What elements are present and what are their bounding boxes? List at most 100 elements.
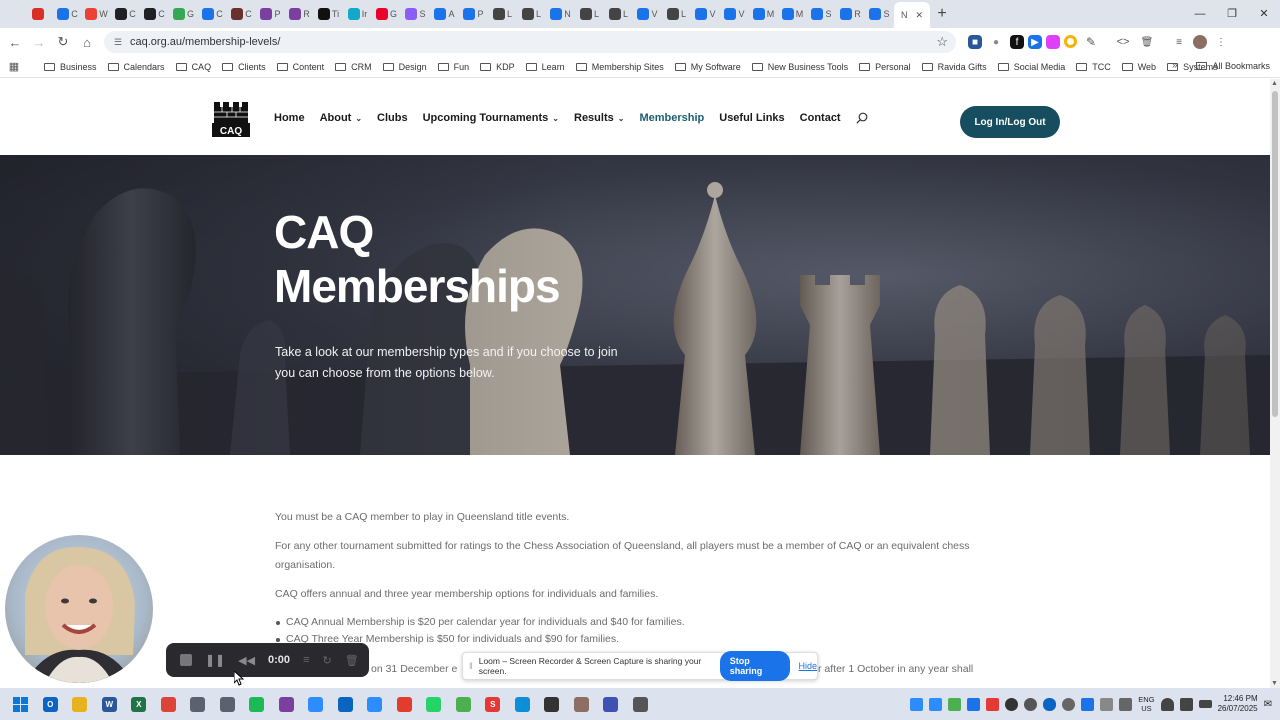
- reading-list-icon[interactable]: ≡: [1169, 32, 1189, 52]
- rewind-icon[interactable]: ◀◀: [238, 654, 255, 667]
- stop-recording-icon[interactable]: [180, 654, 192, 666]
- browser-tab[interactable]: Ti: [314, 3, 343, 25]
- trash-icon[interactable]: 🗑: [1137, 32, 1157, 52]
- browser-tab[interactable]: L: [488, 3, 517, 25]
- chevron-down-icon[interactable]: ⌄: [618, 114, 625, 123]
- taskbar-app-app-s-red[interactable]: S: [478, 688, 508, 720]
- close-tab-icon[interactable]: ✕: [915, 10, 923, 21]
- browser-tab[interactable]: R: [836, 3, 865, 25]
- notifications-icon[interactable]: ✉: [1264, 699, 1272, 710]
- menu-icon[interactable]: ⋮: [1211, 32, 1231, 52]
- taskbar-app-app-blue-circle[interactable]: [596, 688, 626, 720]
- browser-tab[interactable]: R: [285, 3, 314, 25]
- forward-icon[interactable]: →: [27, 35, 51, 50]
- browser-tab[interactable]: L: [662, 3, 691, 25]
- browser-tab[interactable]: S: [807, 3, 836, 25]
- browser-tab[interactable]: V: [633, 3, 662, 25]
- taskbar-app-word[interactable]: W: [95, 688, 125, 720]
- volume-icon[interactable]: [1179, 697, 1193, 711]
- taskbar-app-spotify[interactable]: [242, 688, 272, 720]
- nav-item-home[interactable]: Home: [274, 112, 305, 124]
- tray-app-icon[interactable]: [986, 697, 1000, 711]
- more-bookmarks-icon[interactable]: »: [1172, 60, 1178, 71]
- extension-icon[interactable]: f: [1010, 35, 1024, 49]
- nav-item-useful-links[interactable]: Useful Links: [719, 112, 784, 124]
- nav-item-about[interactable]: About ⌄: [320, 112, 362, 124]
- draw-icon[interactable]: ≡: [303, 654, 309, 666]
- extension-icon[interactable]: [1064, 35, 1077, 48]
- taskbar-app-edge[interactable]: [508, 688, 538, 720]
- camera-icon[interactable]: ●: [986, 32, 1006, 52]
- extension-icon[interactable]: [1046, 35, 1060, 49]
- extension-icon[interactable]: ■: [968, 35, 982, 49]
- home-icon[interactable]: ⌂: [75, 35, 99, 50]
- taskbar-app-app-purple[interactable]: [272, 688, 302, 720]
- browser-tab[interactable]: G: [372, 3, 401, 25]
- taskbar-app-app-gear[interactable]: [626, 688, 656, 720]
- taskbar-app-app-pinwheel[interactable]: [360, 688, 390, 720]
- page-scrollbar[interactable]: ▲ ▼: [1270, 79, 1280, 688]
- apps-grid-icon[interactable]: ▦: [0, 60, 28, 73]
- browser-tab[interactable]: L: [575, 3, 604, 25]
- browser-tab[interactable]: A: [430, 3, 459, 25]
- drag-handle-icon[interactable]: ‖: [469, 661, 473, 671]
- start-button[interactable]: [6, 688, 36, 720]
- close-icon[interactable]: ✕: [1248, 0, 1280, 28]
- battery-icon[interactable]: [1198, 700, 1212, 708]
- bookmark-folder[interactable]: Social Media: [997, 62, 1065, 72]
- taskbar-app-zoom[interactable]: [301, 688, 331, 720]
- bookmark-folder[interactable]: CAQ: [175, 62, 211, 72]
- bookmark-folder[interactable]: KDP: [480, 62, 515, 72]
- taskbar-app-outlook[interactable]: O: [36, 688, 66, 720]
- chevron-down-icon[interactable]: ⌄: [355, 114, 362, 123]
- tray-app-icon[interactable]: [910, 697, 924, 711]
- scroll-up-icon[interactable]: ▲: [1271, 80, 1278, 87]
- browser-tab[interactable]: [24, 3, 53, 25]
- browser-tab[interactable]: P: [459, 3, 488, 25]
- bookmark-folder[interactable]: Calendars: [107, 62, 165, 72]
- taskbar-app-chrome[interactable]: [154, 688, 184, 720]
- browser-tab[interactable]: M: [778, 3, 807, 25]
- bookmark-folder[interactable]: Content: [276, 62, 324, 72]
- pause-icon[interactable]: ❚❚: [205, 653, 225, 667]
- taskbar-app-app-circle[interactable]: [537, 688, 567, 720]
- tray-gear-icon[interactable]: [1062, 697, 1076, 711]
- login-logout-button[interactable]: Log In/Log Out: [960, 106, 1060, 138]
- address-bar[interactable]: ☰ caq.org.au/membership-levels/ ☆: [104, 31, 956, 53]
- caq-logo[interactable]: CAQ: [212, 101, 250, 137]
- taskbar-clock[interactable]: 12:46 PM 26/07/2025: [1218, 694, 1258, 714]
- usb-icon[interactable]: [1119, 697, 1133, 711]
- taskbar-app-file-explorer[interactable]: [65, 688, 95, 720]
- browser-tab[interactable]: C: [140, 3, 169, 25]
- input-language[interactable]: ENG US: [1138, 695, 1154, 713]
- tray-app-icon[interactable]: [1024, 697, 1038, 711]
- nav-item-results[interactable]: Results ⌄: [574, 112, 624, 124]
- avatar-icon[interactable]: [1193, 35, 1207, 49]
- extension-icon[interactable]: ▶: [1028, 35, 1042, 49]
- active-browser-tab[interactable]: N ✕: [894, 2, 930, 28]
- taskbar-app-app-grid[interactable]: [567, 688, 597, 720]
- browser-tab[interactable]: L: [517, 3, 546, 25]
- nav-item-clubs[interactable]: Clubs: [377, 112, 408, 124]
- tray-app-icon[interactable]: [948, 697, 962, 711]
- browser-tab[interactable]: C: [198, 3, 227, 25]
- reload-icon[interactable]: ↻: [51, 34, 75, 50]
- browser-tab[interactable]: C: [227, 3, 256, 25]
- bookmark-folder[interactable]: My Software: [674, 62, 741, 72]
- tray-app-icon[interactable]: [967, 697, 981, 711]
- bookmark-folder[interactable]: Web: [1121, 62, 1156, 72]
- wifi-icon[interactable]: [1160, 697, 1174, 711]
- bookmark-folder[interactable]: Fun: [437, 62, 469, 72]
- browser-tab[interactable]: S: [865, 3, 894, 25]
- tray-app-icon[interactable]: [1005, 697, 1019, 711]
- browser-tab[interactable]: Ir: [343, 3, 372, 25]
- taskbar-app-whatsapp[interactable]: [419, 688, 449, 720]
- scroll-down-icon[interactable]: ▼: [1271, 680, 1278, 687]
- taskbar-app-app-blue-arrow[interactable]: [331, 688, 361, 720]
- trash-icon[interactable]: 🗑: [345, 654, 359, 667]
- bookmark-folder[interactable]: Design: [382, 62, 427, 72]
- site-info-icon[interactable]: ☰: [114, 37, 124, 48]
- browser-tab[interactable]: L: [604, 3, 633, 25]
- browser-tab[interactable]: C: [53, 3, 82, 25]
- restore-icon[interactable]: ❐: [1216, 0, 1248, 28]
